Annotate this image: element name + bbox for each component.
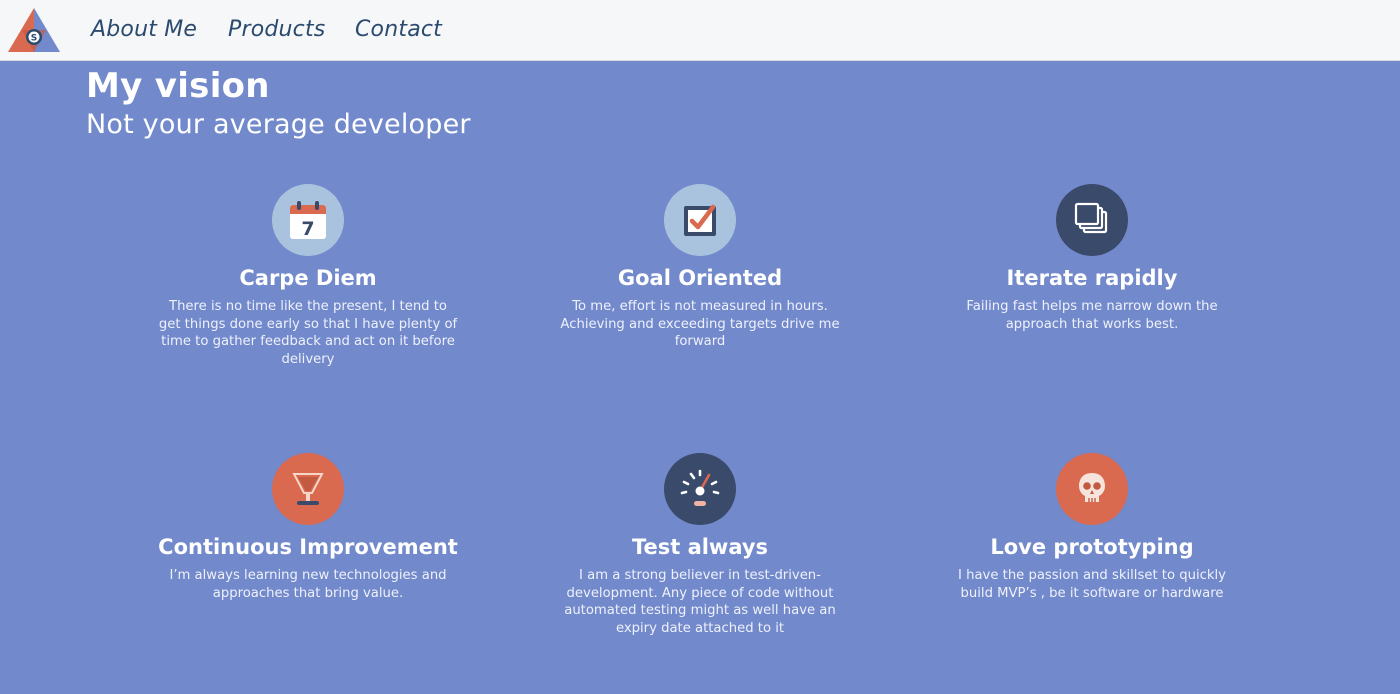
feature-description: I am a strong believer in test-driven-de…	[564, 568, 836, 636]
feature-title: Goal Oriented	[617, 266, 783, 290]
feature-iterate-rapidly: Iterate rapidly Failing fast helps me na…	[932, 184, 1252, 333]
logo-triangle-icon: S	[8, 8, 60, 52]
stacked-windows-icon	[1056, 184, 1128, 256]
feature-description: I’m always learning new technologies and…	[169, 568, 447, 601]
feature-description: I have the passion and skillset to quick…	[958, 568, 1226, 601]
page-subtitle: Not your average developer	[86, 109, 471, 140]
logo[interactable]: S	[6, 6, 62, 54]
feature-title: Love prototyping	[990, 535, 1194, 559]
page-title: My vision	[86, 66, 270, 106]
feature-title: Iterate rapidly	[1006, 266, 1178, 290]
funnel-icon	[272, 453, 344, 525]
nav-link-about-me[interactable]: About Me	[91, 17, 197, 42]
feature-continuous-improvement: Continuous Improvement I’m always learni…	[148, 453, 468, 602]
nav-link-contact[interactable]: Contact	[355, 17, 442, 42]
feature-carpe-diem: 7 Carpe Diem There is no time like the p…	[148, 184, 468, 368]
skull-icon	[1056, 453, 1128, 525]
calendar-day-number: 7	[301, 218, 314, 240]
feature-love-prototyping: Love prototyping I have the passion and …	[932, 453, 1252, 602]
feature-title: Continuous Improvement	[158, 535, 458, 559]
nav-link-products[interactable]: Products	[228, 17, 325, 42]
svg-text:S: S	[31, 34, 37, 44]
checkbox-icon	[664, 184, 736, 256]
feature-description: There is no time like the present, I ten…	[158, 299, 458, 367]
feature-test-always: Test always I am a strong believer in te…	[540, 453, 860, 637]
navbar: S About Me Products Contact	[0, 0, 1400, 61]
feature-description: To me, effort is not measured in hours. …	[560, 299, 840, 349]
calendar-icon: 7	[272, 184, 344, 256]
speedometer-icon	[664, 453, 736, 525]
feature-title: Test always	[631, 535, 769, 559]
feature-goal-oriented: Goal Oriented To me, effort is not measu…	[540, 184, 860, 351]
feature-description: Failing fast helps me narrow down the ap…	[966, 299, 1218, 332]
feature-title: Carpe Diem	[239, 266, 377, 290]
